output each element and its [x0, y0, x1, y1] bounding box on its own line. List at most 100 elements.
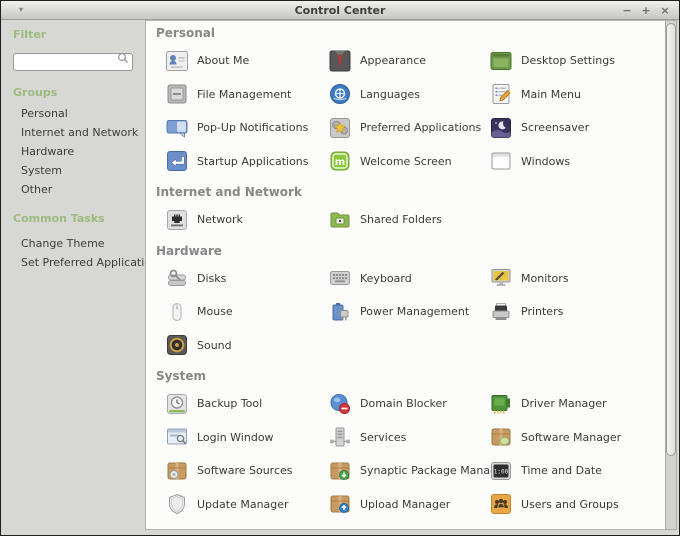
item-network[interactable]: Network: [165, 208, 319, 232]
svg-text:1:00: 1:00: [494, 468, 509, 475]
screensaver-icon: [489, 116, 513, 140]
maximize-button[interactable]: +: [639, 2, 653, 19]
section-grid-internet-and-network: Network Shared Folders: [156, 203, 661, 237]
section-header-personal: Personal: [156, 23, 661, 44]
appearance-icon: [328, 49, 352, 73]
minimize-button[interactable]: −: [620, 2, 634, 19]
main-area: Personal About Me Appearance Desktop Settin…: [145, 20, 677, 530]
item-label: Software Sources: [197, 464, 293, 477]
item-appearance[interactable]: Appearance: [328, 49, 480, 73]
window-menu-icon[interactable]: ▾: [19, 1, 23, 20]
pop-up-notifications-icon: [165, 116, 189, 140]
update-manager-icon: [165, 492, 189, 516]
item-users-and-groups[interactable]: Users and Groups: [489, 492, 661, 516]
item-label: Update Manager: [197, 498, 289, 511]
filter-input[interactable]: [13, 53, 133, 71]
item-label: Login Window: [197, 431, 274, 444]
item-update-manager[interactable]: Update Manager: [165, 492, 319, 516]
sidebar-item-hardware[interactable]: Hardware: [13, 142, 135, 161]
item-label: Upload Manager: [360, 498, 450, 511]
power-management-icon: [328, 300, 352, 324]
groups-header: Groups: [13, 86, 135, 99]
item-printers[interactable]: Printers: [489, 300, 661, 324]
item-software-sources[interactable]: Software Sources: [165, 459, 319, 483]
section-header-internet-and-network: Internet and Network: [156, 178, 661, 203]
item-label: Windows: [521, 155, 570, 168]
task-change-theme[interactable]: Change Theme: [13, 234, 135, 253]
about-me-icon: [165, 49, 189, 73]
item-startup-applications[interactable]: Startup Applications: [165, 149, 319, 173]
item-languages[interactable]: Languages: [328, 82, 480, 106]
sidebar-item-other[interactable]: Other: [13, 180, 135, 199]
item-screensaver[interactable]: Screensaver: [489, 116, 661, 140]
sidebar-groups-list: PersonalInternet and NetworkHardwareSyst…: [13, 104, 135, 199]
driver-manager-icon: [489, 392, 513, 416]
item-label: Network: [197, 213, 243, 226]
item-label: Keyboard: [360, 272, 412, 285]
item-label: Backup Tool: [197, 397, 262, 410]
languages-icon: [328, 82, 352, 106]
mouse-icon: [165, 300, 189, 324]
item-label: Sound: [197, 339, 232, 352]
item-label: Printers: [521, 305, 563, 318]
desktop-settings-icon: [489, 49, 513, 73]
sidebar-item-system[interactable]: System: [13, 161, 135, 180]
scrollbar-thumb[interactable]: [666, 23, 676, 456]
item-power-management[interactable]: Power Management: [328, 300, 480, 324]
item-synaptic-package-manager[interactable]: Synaptic Package Manager: [328, 459, 480, 483]
item-about-me[interactable]: About Me: [165, 49, 319, 73]
item-label: Domain Blocker: [360, 397, 447, 410]
scrollbar[interactable]: [665, 20, 677, 530]
item-shared-folders[interactable]: Shared Folders: [328, 208, 480, 232]
section-header-system: System: [156, 362, 661, 387]
section-grid-personal: About Me Appearance Desktop Settings File M…: [156, 44, 661, 178]
time-and-date-icon: 1:00: [489, 459, 513, 483]
item-pop-up-notifications[interactable]: Pop-Up Notifications: [165, 116, 319, 140]
item-label: Startup Applications: [197, 155, 309, 168]
item-main-menu[interactable]: Main Menu: [489, 82, 661, 106]
domain-blocker-icon: [328, 392, 352, 416]
item-keyboard[interactable]: Keyboard: [328, 266, 480, 290]
item-preferred-applications[interactable]: Preferred Applications: [328, 116, 480, 140]
search-icon: [117, 52, 129, 64]
item-label: Monitors: [521, 272, 569, 285]
item-welcome-screen[interactable]: mWelcome Screen: [328, 149, 480, 173]
item-sound[interactable]: Sound: [165, 333, 319, 357]
sidebar-item-personal[interactable]: Personal: [13, 104, 135, 123]
item-label: Shared Folders: [360, 213, 442, 226]
close-button[interactable]: ×: [658, 2, 672, 19]
item-services[interactable]: Services: [328, 425, 480, 449]
services-icon: [328, 425, 352, 449]
item-label: About Me: [197, 54, 249, 67]
item-desktop-settings[interactable]: Desktop Settings: [489, 49, 661, 73]
window-body: Filter Groups PersonalInternet and Netwo…: [1, 20, 679, 535]
software-sources-icon: [165, 459, 189, 483]
item-monitors[interactable]: Monitors: [489, 266, 661, 290]
item-file-management[interactable]: File Management: [165, 82, 319, 106]
item-login-window[interactable]: Login Window: [165, 425, 319, 449]
monitors-icon: [489, 266, 513, 290]
sidebar-item-internet-and-network[interactable]: Internet and Network: [13, 123, 135, 142]
item-disks[interactable]: Disks: [165, 266, 319, 290]
item-backup-tool[interactable]: Backup Tool: [165, 392, 319, 416]
item-label: Synaptic Package Manager: [360, 464, 508, 477]
item-upload-manager[interactable]: Upload Manager: [328, 492, 480, 516]
sidebar-tasks-list: Change ThemeSet Preferred Applications: [13, 234, 135, 272]
item-time-and-date[interactable]: 1:00 Time and Date: [489, 459, 661, 483]
item-software-manager[interactable]: Software Manager: [489, 425, 661, 449]
item-driver-manager[interactable]: Driver Manager: [489, 392, 661, 416]
item-mouse[interactable]: Mouse: [165, 300, 319, 324]
control-center-window: ▾ Control Center − + × Filter Groups Per…: [0, 0, 680, 536]
common-tasks-header: Common Tasks: [13, 212, 135, 225]
item-windows[interactable]: Windows: [489, 149, 661, 173]
backup-tool-icon: [165, 392, 189, 416]
item-label: Main Menu: [521, 88, 581, 101]
item-domain-blocker[interactable]: Domain Blocker: [328, 392, 480, 416]
task-set-preferred-applications[interactable]: Set Preferred Applications: [13, 253, 135, 272]
item-label: Languages: [360, 88, 420, 101]
sidebar: Filter Groups PersonalInternet and Netwo…: [1, 20, 145, 535]
item-label: Time and Date: [521, 464, 602, 477]
welcome-screen-icon: m: [328, 149, 352, 173]
synaptic-package-manager-icon: [328, 459, 352, 483]
software-manager-icon: [489, 425, 513, 449]
